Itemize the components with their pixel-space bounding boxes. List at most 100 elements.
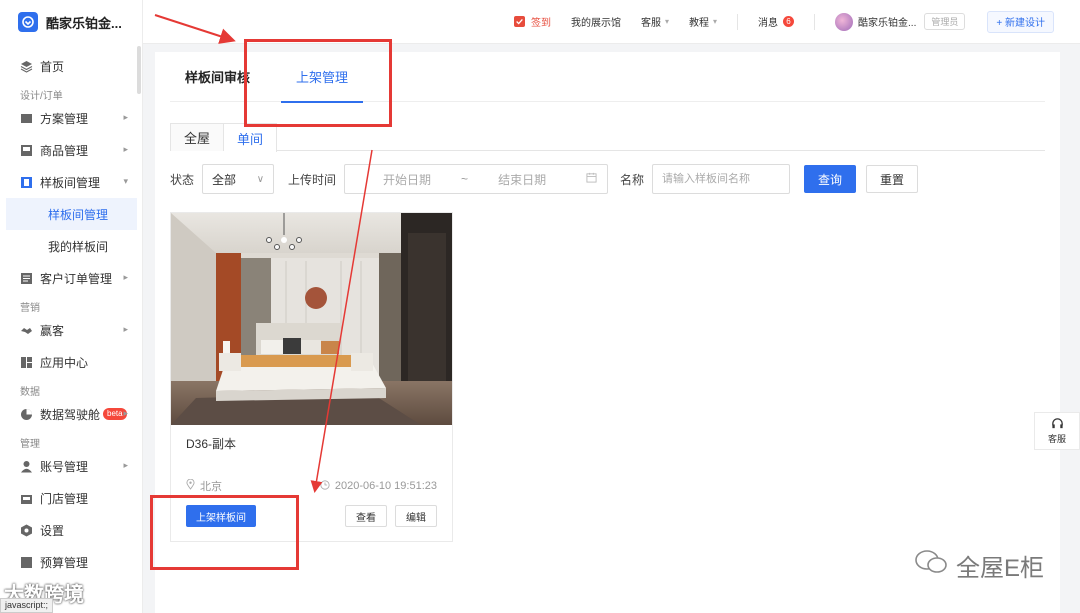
sidebar-item-store[interactable]: 门店管理	[0, 482, 142, 514]
sidebar-item-label: 门店管理	[40, 491, 89, 506]
sidebar-item-label: 应用中心	[40, 355, 89, 370]
view-button[interactable]: 查看	[345, 505, 387, 527]
sidebar-item-customer-order[interactable]: 客户订单管理 ▸	[0, 262, 142, 294]
sidebar-item-winner[interactable]: 赢客 ▸	[0, 314, 142, 346]
sample-room-thumbnail[interactable]	[171, 213, 452, 425]
query-button[interactable]: 查询	[804, 165, 857, 193]
home-icon	[20, 60, 33, 73]
subtab-whole-house[interactable]: 全屋	[170, 123, 225, 151]
service-label: 客服	[1047, 434, 1066, 444]
status-value: 全部	[212, 172, 237, 187]
chevron-right-icon: ▸	[123, 112, 128, 122]
topbar: 签到 我的展示馆 客服 ▾ 教程 ▾ 消息 6 酷家乐铂金... 管理员 + 新…	[143, 0, 1080, 44]
chevron-down-icon: ▾	[713, 17, 718, 26]
chevron-right-icon: ▸	[123, 460, 128, 470]
chevron-right-icon: ▸	[123, 324, 128, 334]
upload-time-label: 上传时间	[288, 172, 337, 187]
timestamp-text: 2020-06-10 19:51:23	[334, 480, 437, 492]
floating-service-button[interactable]: 客服	[1034, 412, 1080, 450]
service-label: 客服	[640, 18, 661, 29]
sidebar-item-label: 设置	[40, 523, 65, 538]
browser-status-bar: javascript:;	[0, 598, 54, 613]
tab-review[interactable]: 样板间审核	[170, 52, 265, 102]
end-date-placeholder: 结束日期	[498, 172, 547, 187]
filter-bar: 状态 全部 ∨ 上传时间 开始日期 ~ 结束日期 名称 查询 重置	[170, 164, 919, 194]
clock-icon	[320, 479, 330, 493]
logo[interactable]: 酷家乐铂金...	[0, 0, 142, 44]
avatar	[835, 12, 854, 31]
order-icon	[20, 272, 33, 285]
showroom-link[interactable]: 我的展示馆	[571, 14, 621, 29]
status-select[interactable]: 全部 ∨	[202, 164, 275, 194]
sidebar-item-label: 商品管理	[40, 143, 89, 158]
app-title: 酷家乐铂金...	[46, 15, 122, 31]
watermark-text: 全屋E柜	[955, 555, 1044, 582]
sidebar-item-label: 预算管理	[40, 555, 89, 570]
watermark: 全屋E柜	[914, 548, 1044, 583]
tabs: 样板间审核 上架管理	[170, 52, 1045, 103]
chevron-right-icon: ▸	[123, 408, 128, 418]
tutorial-label: 教程	[689, 18, 709, 29]
folder-icon	[20, 112, 33, 125]
start-date-placeholder: 开始日期	[383, 172, 432, 187]
chevron-down-icon: ▾	[664, 17, 669, 26]
location-pin-icon	[186, 478, 195, 493]
sidebar-item-settings[interactable]: 设置	[0, 514, 142, 546]
signin-label: 签到	[530, 18, 551, 29]
sidebar-item-goods[interactable]: 商品管理 ▸	[0, 134, 142, 166]
subtab-single-room[interactable]: 单间	[224, 123, 278, 152]
logo-icon	[18, 12, 38, 32]
chevron-right-icon: ▸	[123, 144, 128, 154]
location-text: 北京	[200, 481, 222, 493]
edit-button[interactable]: 编辑	[395, 505, 437, 527]
sidebar-item-app-center[interactable]: 应用中心	[0, 346, 142, 378]
sidebar-item-label: 首页	[40, 59, 65, 74]
sidebar-item-label: 方案管理	[40, 111, 89, 126]
date-range-picker[interactable]: 开始日期 ~ 结束日期	[344, 164, 609, 194]
sidebar-item-label: 赢客	[40, 323, 65, 338]
sidebar-item-home[interactable]: 首页	[0, 50, 142, 82]
message-link[interactable]: 消息 6	[758, 14, 795, 29]
wechat-icon	[914, 549, 948, 582]
pie-chart-icon	[20, 408, 33, 421]
handshake-icon	[20, 324, 33, 337]
sidebar-item-data-cockpit[interactable]: 数据驾驶舱 beta ▸	[0, 398, 142, 430]
sidebar-item-scheme[interactable]: 方案管理 ▸	[0, 102, 142, 134]
chevron-down-icon: ∨	[256, 173, 265, 185]
headset-icon	[1051, 417, 1064, 432]
message-count-badge: 6	[783, 16, 795, 27]
user-menu[interactable]: 酷家乐铂金... 管理员	[835, 12, 966, 31]
signin-button[interactable]: 签到	[513, 14, 551, 29]
grid-icon	[20, 356, 33, 369]
card-title: D36-副本	[186, 437, 237, 451]
role-badge: 管理员	[924, 13, 966, 30]
sidebar-item-label: 账号管理	[40, 459, 89, 474]
sidebar-subitem-sample-room-manage[interactable]: 样板间管理	[6, 198, 137, 230]
sidebar-subitem-my-sample-room[interactable]: 我的样板间	[6, 230, 137, 262]
chevron-down-icon: ▾	[123, 176, 128, 186]
name-search-input[interactable]	[652, 164, 791, 194]
sidebar-item-account[interactable]: 账号管理 ▸	[0, 450, 142, 482]
sidebar-item-budget[interactable]: 预算管理	[0, 546, 142, 578]
section-marketing-label: 营销	[20, 303, 40, 314]
tutorial-menu[interactable]: 教程 ▾	[689, 14, 717, 29]
sidebar-item-sample-room[interactable]: 样板间管理 ▾	[0, 166, 142, 198]
sample-room-icon	[20, 176, 33, 189]
username: 酷家乐铂金...	[858, 18, 917, 29]
card-actions: 上架样板间 查看 编辑	[186, 505, 437, 527]
sidebar-item-label: 数据驾驶舱	[40, 407, 101, 422]
location: 北京	[186, 478, 222, 494]
publish-sample-room-button[interactable]: 上架样板间	[186, 505, 256, 527]
checkbox-icon	[513, 16, 525, 27]
sample-room-card[interactable]: D36-副本 北京 2020-06-10 19:51:23 上架样板间 查看 编…	[170, 212, 453, 542]
service-menu[interactable]: 客服 ▾	[641, 14, 669, 29]
sidebar-item-label: 客户订单管理	[40, 271, 113, 286]
card-meta: 北京 2020-06-10 19:51:23	[186, 478, 437, 494]
tab-shelf-manage[interactable]: 上架管理	[281, 52, 364, 103]
sidebar-item-label: 样板间管理	[40, 175, 101, 190]
chevron-right-icon: ▸	[123, 272, 128, 282]
main-panel: 样板间审核 上架管理 全屋 单间 状态 全部 ∨ 上传时间 开始日期 ~ 结束日…	[155, 52, 1060, 613]
new-design-button[interactable]: + 新建设计	[987, 10, 1054, 33]
reset-button[interactable]: 重置	[866, 165, 919, 193]
sidebar: 酷家乐铂金... 首页 设计/订单 方案管理 ▸ 商品管理 ▸ 样板间管理 ▾ …	[0, 0, 143, 613]
